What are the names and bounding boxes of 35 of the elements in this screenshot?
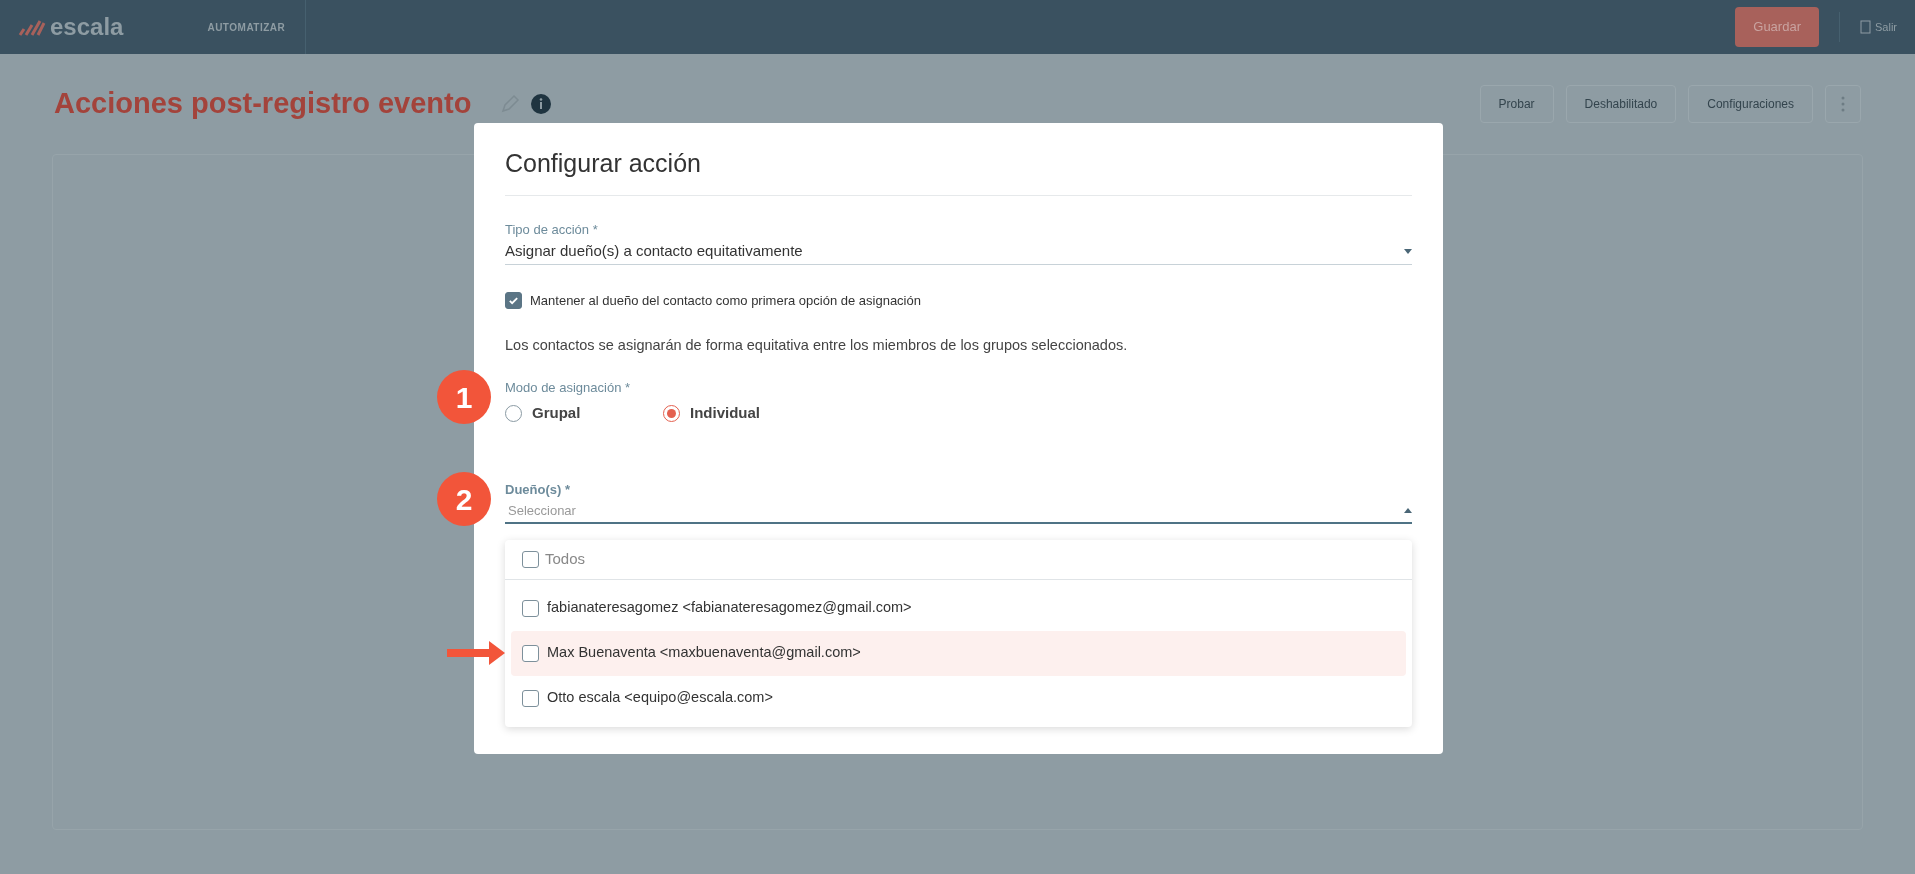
option-label: fabianateresagomez <fabianateresagomez@gmail.com> [547, 598, 912, 618]
checkbox[interactable] [522, 644, 539, 662]
info-icon[interactable] [531, 94, 552, 114]
checkbox-label: Mantener al dueño del contacto como primera opción de asignación [530, 292, 921, 310]
field-label: Modo de asignación * [505, 379, 632, 398]
checkbox[interactable] [505, 292, 522, 310]
exit-button[interactable]: Salir [1860, 18, 1897, 36]
toolbar-button[interactable]: Deshabilitado [1565, 85, 1677, 123]
door-icon [1860, 20, 1871, 34]
toolbar-button[interactable]: Probar [1479, 85, 1554, 123]
step-badge: 2 [437, 472, 491, 527]
kebab-icon [1841, 96, 1845, 112]
nav-link[interactable]: AUTOMATIZAR [207, 0, 307, 54]
checkbox[interactable] [522, 689, 539, 707]
caret-icon [1404, 249, 1412, 254]
owners-select[interactable]: Seleccionar [505, 499, 1412, 524]
dialog-title: Configurar acción [505, 145, 1412, 196]
radio-label: Grupal [532, 402, 581, 423]
check-icon [508, 295, 519, 307]
checkbox[interactable] [522, 599, 539, 617]
toolbar-button[interactable]: Configuraciones [1688, 85, 1813, 123]
caret-icon [1404, 508, 1412, 514]
field-label: Dueño(s) * [505, 481, 571, 500]
option-label: Max Buenaventa <maxbuenaventa@gmail.com> [547, 643, 861, 663]
option-label[interactable]: Todos [545, 548, 586, 571]
save-button[interactable]: Guardar [1735, 7, 1819, 47]
radio-label: Individual [690, 402, 760, 423]
option-label: Otto escala <equipo@escala.com> [547, 688, 773, 708]
description-text: Los contactos se asignarán de forma equitativa entre los miembros de los grupos seleccionados. [505, 335, 1129, 355]
logo-text: escala [50, 12, 124, 42]
step-badge: 1 [437, 370, 491, 425]
action-type-select[interactable]: Asignar dueño(s) a contacto equitativamente [505, 239, 1412, 265]
checkbox[interactable] [522, 550, 539, 568]
field-label: Tipo de acción * [505, 220, 599, 239]
page-title: Acciones post-registro evento [54, 86, 472, 122]
